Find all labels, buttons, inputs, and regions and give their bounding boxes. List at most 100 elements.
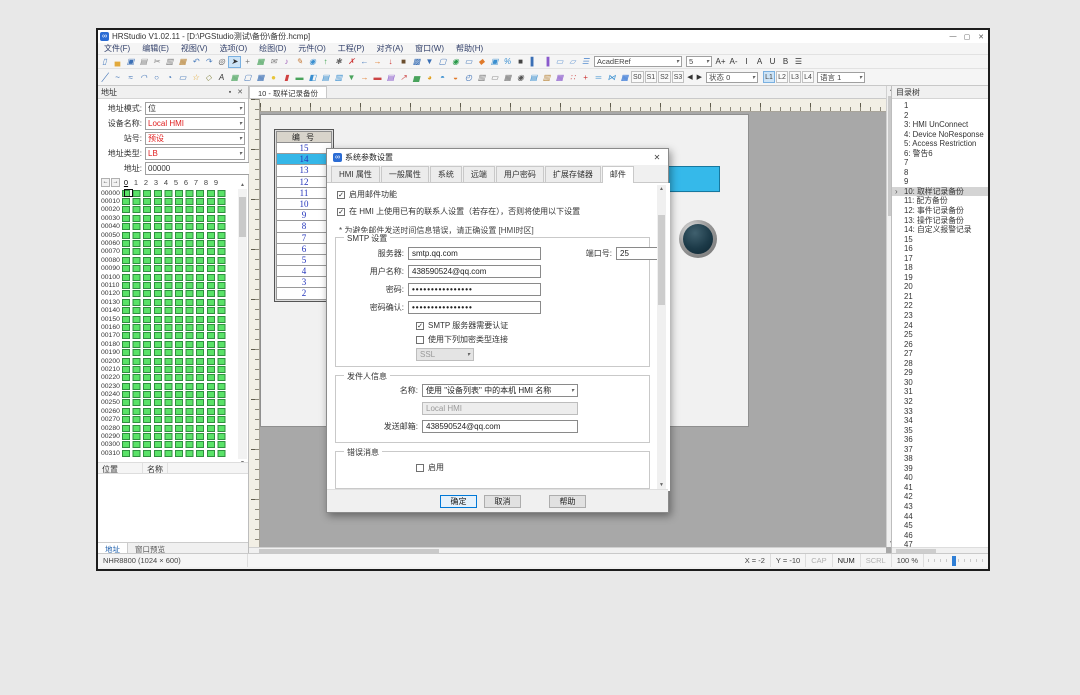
tree-item[interactable]: 9 xyxy=(892,177,988,187)
document-tab[interactable]: 10 - 取样记录备份 xyxy=(249,86,327,98)
sampling-table-row[interactable]: 13 xyxy=(276,165,332,176)
bit-switch-icon[interactable]: ▬ xyxy=(293,71,306,83)
package-icon[interactable]: ■ xyxy=(397,56,410,68)
close-button[interactable]: ✕ xyxy=(974,33,988,41)
tree-item[interactable]: 35 xyxy=(892,426,988,436)
address-row-cells[interactable] xyxy=(122,433,228,440)
meter-icon[interactable]: ◓ xyxy=(436,71,449,83)
address-row-cells[interactable] xyxy=(122,391,228,398)
ok-button[interactable]: 确定 xyxy=(440,495,477,508)
sampling-table-row[interactable]: 5 xyxy=(276,255,332,266)
sampling-table-row[interactable]: 2 xyxy=(276,288,332,299)
address-row-cells[interactable] xyxy=(122,349,228,356)
address-row-cells[interactable] xyxy=(122,341,228,348)
dialog-tab[interactable]: 扩展存储器 xyxy=(545,166,601,182)
download-icon[interactable]: ↓ xyxy=(384,56,397,68)
address-row-cells[interactable] xyxy=(122,374,228,381)
tree-item[interactable]: 26 xyxy=(892,340,988,350)
text-display-icon[interactable]: ▥ xyxy=(332,71,345,83)
sampling-table-row[interactable]: 7 xyxy=(276,233,332,244)
message-icon[interactable]: ▣ xyxy=(488,56,501,68)
font-increase-button[interactable]: A+ xyxy=(714,56,727,68)
tree-item[interactable]: 38 xyxy=(892,454,988,464)
address-row-cells[interactable] xyxy=(122,450,228,457)
tree-item[interactable]: 31 xyxy=(892,387,988,397)
open-folder-icon[interactable]: ▄ xyxy=(111,56,124,68)
address-row-cells[interactable] xyxy=(122,416,228,423)
print-icon[interactable]: ▤ xyxy=(137,56,150,68)
address-row-cells[interactable] xyxy=(122,198,228,205)
menu-edit[interactable]: 编辑(E) xyxy=(136,43,175,54)
address-row-cells[interactable] xyxy=(122,240,228,247)
dialog-tab[interactable]: 用户密码 xyxy=(496,166,544,182)
tree-item[interactable]: 37 xyxy=(892,445,988,455)
encrypt-checkbox[interactable] xyxy=(416,336,424,344)
selected-address-cell[interactable] xyxy=(124,189,133,197)
sender-name-combo[interactable]: 使用 "设备列表" 中的本机 HMI 名称 ▾ xyxy=(422,384,578,397)
dialog-tab[interactable]: 一般属性 xyxy=(381,166,429,182)
pointer-tool-icon[interactable]: ➤ xyxy=(228,56,241,68)
image-tool-icon[interactable]: ▦ xyxy=(228,71,241,83)
sampling-table-row[interactable]: 12 xyxy=(276,177,332,188)
window-new-icon[interactable]: ▭ xyxy=(553,56,566,68)
sampling-table-row[interactable]: 3 xyxy=(276,277,332,288)
rect-tool-icon[interactable]: ▭ xyxy=(176,71,189,83)
online-simulate-icon[interactable]: ◉ xyxy=(449,56,462,68)
window-cascade-icon[interactable]: ▱ xyxy=(566,56,579,68)
tree-item[interactable]: 43 xyxy=(892,502,988,512)
layer-button[interactable]: L4 xyxy=(802,71,814,83)
flow-icon[interactable]: → xyxy=(358,71,371,83)
image-icon[interactable]: ▦ xyxy=(254,56,267,68)
sampling-table-row[interactable]: 6 xyxy=(276,244,332,255)
bold-button[interactable]: B xyxy=(779,56,792,68)
address-row-cells[interactable] xyxy=(122,299,228,306)
address-row-cells[interactable] xyxy=(122,324,228,331)
scroll-up-icon[interactable]: ▲ xyxy=(657,185,666,193)
state-combo[interactable]: 状态 0 ▾ xyxy=(706,72,758,83)
circle-tool-icon[interactable]: ○ xyxy=(150,71,163,83)
address-row-cells[interactable] xyxy=(122,366,228,373)
dialog-tab[interactable]: 远端 xyxy=(463,166,495,182)
smtp-auth-checkbox[interactable]: ✓ xyxy=(416,322,424,330)
server-input[interactable]: smtp.qq.com xyxy=(408,247,541,260)
address-row-cells[interactable] xyxy=(122,399,228,406)
undo-icon[interactable]: ↶ xyxy=(189,56,202,68)
pipe-icon[interactable]: ═ xyxy=(592,71,605,83)
tree-item[interactable]: 7 xyxy=(892,158,988,168)
panel-close-icon[interactable]: ✕ xyxy=(235,88,245,96)
password-input[interactable]: •••••••••••••••• xyxy=(408,283,541,296)
tree-item[interactable]: 13: 操作记录备份 xyxy=(892,216,988,226)
globe-icon[interactable]: ◉ xyxy=(306,56,319,68)
knob-icon[interactable]: ◉ xyxy=(514,71,527,83)
catalog-icon[interactable]: ▐ xyxy=(540,56,553,68)
use-contacts-checkbox[interactable]: ✓ xyxy=(337,208,345,216)
tree-expander-icon[interactable]: › xyxy=(895,187,903,197)
tree-item[interactable]: 2 xyxy=(892,111,988,121)
tree-item[interactable]: 45 xyxy=(892,521,988,531)
copy-icon[interactable]: ▥ xyxy=(163,56,176,68)
address-row-cells[interactable] xyxy=(122,190,228,197)
font-decrease-button[interactable]: A- xyxy=(727,56,740,68)
field-combo[interactable]: LB ▾ xyxy=(145,147,245,160)
xy-chart-icon[interactable]: ∷ xyxy=(566,71,579,83)
menu-view[interactable]: 视图(V) xyxy=(175,43,214,54)
build-download-icon[interactable]: ▼ xyxy=(423,56,436,68)
grid-prev-button[interactable]: ← xyxy=(101,178,110,187)
prev-state-button[interactable]: ◀ xyxy=(685,73,694,81)
tree-item[interactable]: 23 xyxy=(892,311,988,321)
menu-window[interactable]: 窗口(W) xyxy=(409,43,450,54)
italic-button[interactable]: I xyxy=(740,56,753,68)
menu-file[interactable]: 文件(F) xyxy=(98,43,136,54)
layer-button[interactable]: L2 xyxy=(776,71,788,83)
maximize-button[interactable]: ▢ xyxy=(960,33,974,41)
address-row-cells[interactable] xyxy=(122,425,228,432)
user-remove-icon[interactable]: ✗ xyxy=(345,56,358,68)
tree-item[interactable]: 39 xyxy=(892,464,988,474)
bulb-icon[interactable]: ● xyxy=(267,71,280,83)
text-tool-icon[interactable]: A xyxy=(215,71,228,83)
layer-button[interactable]: L1 xyxy=(763,71,775,83)
help-button[interactable]: 帮助 xyxy=(549,495,586,508)
new-file-icon[interactable]: ▯ xyxy=(98,56,111,68)
keypad-icon[interactable]: ▦ xyxy=(501,71,514,83)
state-button[interactable]: S3 xyxy=(672,71,685,83)
